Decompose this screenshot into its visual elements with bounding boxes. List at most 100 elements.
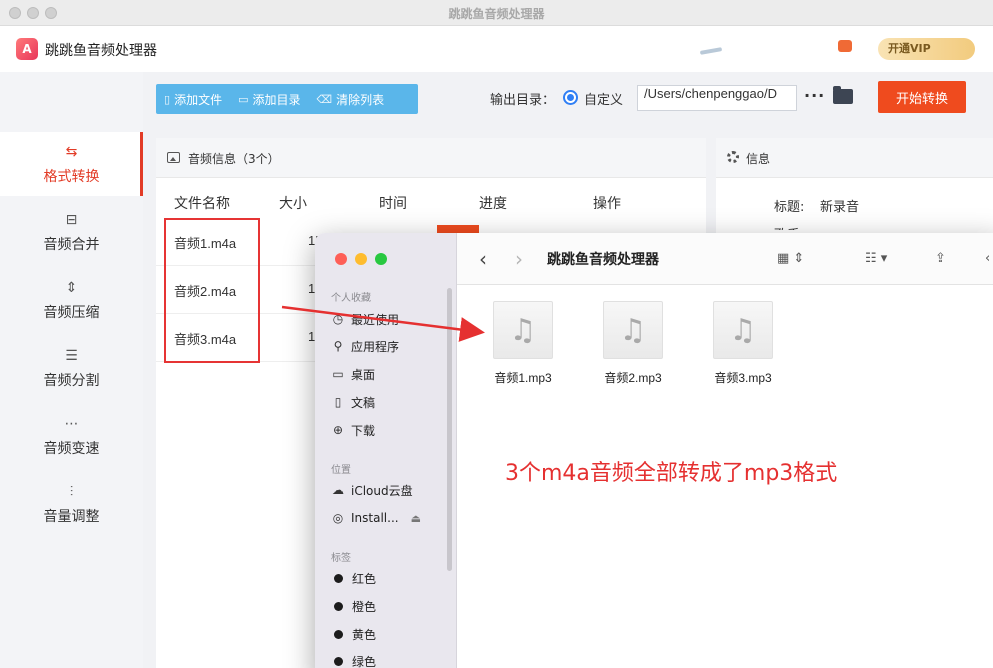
gear-icon xyxy=(727,151,739,163)
document-icon: ▯ xyxy=(334,395,342,409)
finder-minimize-button[interactable] xyxy=(355,253,367,265)
sidebar-item-tag-red[interactable]: 红色 xyxy=(331,568,376,588)
add-file-button[interactable]: ▯ 添加文件 xyxy=(156,84,230,114)
tags-section-title: 标签 xyxy=(331,553,351,564)
trash-icon: ⌫ xyxy=(316,92,333,106)
sidebar-item-recents[interactable]: ◷ 最近使用 xyxy=(331,309,399,329)
cloud-icon: ☁ xyxy=(332,483,344,497)
sidebar-item-audio-speed[interactable]: ⋯ 音频变速 xyxy=(0,404,143,468)
eject-icon[interactable]: ⏏ xyxy=(411,512,421,525)
add-directory-button[interactable]: ▭ 添加目录 xyxy=(230,84,308,114)
finder-window: 个人收藏 ◷ 最近使用 ⚲ 应用程序 ▭ 桌面 ▯ 文稿 ⊕ 下载 位置 ☁ i… xyxy=(315,233,993,668)
file-item-mp3[interactable]: ♫ 音频1.mp3 xyxy=(483,301,563,386)
add-file-label: 添加文件 xyxy=(174,92,223,107)
sidebar-item-label: 绿色 xyxy=(352,654,377,668)
column-header-name: 文件名称 xyxy=(174,196,230,212)
music-note-icon: ♫ xyxy=(603,301,663,359)
file-item-mp3[interactable]: ♫ 音频3.mp3 xyxy=(703,301,783,386)
sidebar-item-audio-merge[interactable]: ⊟ 音频合并 xyxy=(0,200,143,264)
finder-sidebar: 个人收藏 ◷ 最近使用 ⚲ 应用程序 ▭ 桌面 ▯ 文稿 ⊕ 下载 位置 ☁ i… xyxy=(315,233,457,668)
annotation-text: 3个m4a音频全部转成了mp3格式 xyxy=(505,461,838,486)
sidebar-item-label: iCloud云盘 xyxy=(351,483,413,498)
more-chevron-icon[interactable]: ‹ xyxy=(985,251,990,266)
sidebar-item-label: 音频变速 xyxy=(43,441,100,457)
sidebar-item-tag-yellow[interactable]: 黄色 xyxy=(331,624,376,644)
sidebar-item-documents[interactable]: ▯ 文稿 xyxy=(331,392,375,412)
column-header-time: 时间 xyxy=(379,196,407,212)
sidebar-item-label: 格式转换 xyxy=(43,169,100,185)
sidebar-item-install-disk[interactable]: ◎ Install... ⏏ xyxy=(331,508,421,528)
speed-icon: ⋯ xyxy=(64,416,79,432)
group-view-icon[interactable]: ☷ ▾ xyxy=(865,251,887,266)
sidebar-item-audio-compress[interactable]: ⇕ 音频压缩 xyxy=(0,268,143,332)
icon-view-icon[interactable]: ▦ ⇕ xyxy=(777,251,804,266)
output-path-input[interactable]: /Users/chenpenggao/D xyxy=(637,85,797,111)
tag-dot-icon xyxy=(334,601,343,611)
vip-button[interactable]: 开通VIP xyxy=(878,38,975,60)
panel-title: 音频信息（3个） xyxy=(188,152,280,166)
sidebar: ⇆ 格式转换 ⊟ 音频合并 ⇕ 音频压缩 ☰ 音频分割 ⋯ 音频变速 ⫶ 音量调… xyxy=(0,72,143,668)
file-label: 音频3.mp3 xyxy=(714,371,772,385)
sidebar-item-label: Install... xyxy=(351,511,399,525)
clear-list-button[interactable]: ⌫ 清除列表 xyxy=(309,84,393,114)
highlight-box xyxy=(164,218,260,363)
sidebar-item-label: 应用程序 xyxy=(351,339,400,354)
share-icon[interactable]: ⇪ xyxy=(935,251,946,266)
tag-dot-icon xyxy=(334,629,343,639)
custom-dir-radio-label[interactable]: 自定义 xyxy=(584,89,623,108)
file-label: 音频2.mp3 xyxy=(604,371,662,385)
sidebar-item-desktop[interactable]: ▭ 桌面 xyxy=(331,364,375,384)
sidebar-item-tag-orange[interactable]: 橙色 xyxy=(331,596,376,616)
column-header-progress: 进度 xyxy=(479,196,507,212)
app-name: 跳跳鱼音频处理器 xyxy=(45,43,157,59)
sidebar-item-tag-green[interactable]: 绿色 xyxy=(331,651,376,668)
header-decoration xyxy=(699,47,723,55)
forward-chevron-icon[interactable]: › xyxy=(515,247,523,271)
file-icon: ▯ xyxy=(164,92,171,106)
split-icon: ☰ xyxy=(65,348,78,364)
music-note-icon: ♫ xyxy=(493,301,553,359)
sidebar-item-format-convert[interactable]: ⇆ 格式转换 xyxy=(0,132,143,196)
sidebar-item-label: 红色 xyxy=(352,571,377,586)
back-chevron-icon[interactable]: ‹ xyxy=(479,247,487,271)
panel-header: 音频信息（3个） xyxy=(156,138,706,178)
disk-icon: ◎ xyxy=(332,511,344,525)
output-dir-label: 输出目录： xyxy=(490,93,556,108)
more-options-button[interactable]: ··· xyxy=(804,86,825,105)
music-note-icon: ♫ xyxy=(713,301,773,359)
finder-close-button[interactable] xyxy=(335,253,347,265)
start-convert-button[interactable]: 开始转换 xyxy=(878,81,966,113)
sidebar-item-label: 音量调整 xyxy=(43,509,100,525)
sidebar-item-label: 最近使用 xyxy=(351,312,400,327)
finder-zoom-button[interactable] xyxy=(375,253,387,265)
sidebar-item-label: 黄色 xyxy=(352,627,377,642)
file-label: 音频1.mp3 xyxy=(494,371,552,385)
compress-icon: ⇕ xyxy=(65,280,78,296)
sidebar-scrollbar[interactable] xyxy=(447,288,452,571)
sidebar-item-label: 音频分割 xyxy=(43,373,100,389)
tag-dot-icon xyxy=(334,656,343,666)
open-folder-icon[interactable] xyxy=(833,86,853,104)
convert-icon: ⇆ xyxy=(65,144,78,160)
sidebar-item-label: 橙色 xyxy=(352,599,377,614)
sidebar-item-audio-split[interactable]: ☰ 音频分割 xyxy=(0,336,143,400)
app-header: A 跳跳鱼音频处理器 开通VIP xyxy=(0,26,993,72)
info-title: 信息 xyxy=(746,152,771,166)
sidebar-item-applications[interactable]: ⚲ 应用程序 xyxy=(331,336,399,356)
download-icon: ⊕ xyxy=(332,423,344,437)
finder-title: 跳跳鱼音频处理器 xyxy=(547,252,659,268)
sidebar-item-downloads[interactable]: ⊕ 下载 xyxy=(331,420,375,440)
sidebar-item-label: 文稿 xyxy=(351,395,376,410)
header-badge[interactable] xyxy=(838,40,852,52)
sidebar-item-icloud[interactable]: ☁ iCloud云盘 xyxy=(331,480,413,500)
file-item-mp3[interactable]: ♫ 音频2.mp3 xyxy=(593,301,673,386)
volume-icon: ⫶ xyxy=(69,484,74,500)
info-header: 信息 xyxy=(716,138,993,178)
sidebar-item-volume-adjust[interactable]: ⫶ 音量调整 xyxy=(0,472,143,536)
column-header-action: 操作 xyxy=(593,196,621,212)
row-action-button[interactable] xyxy=(437,225,479,233)
add-directory-label: 添加目录 xyxy=(252,92,301,107)
tag-dot-icon xyxy=(334,573,343,583)
clock-icon: ◷ xyxy=(332,312,344,326)
custom-dir-radio[interactable] xyxy=(563,90,578,105)
